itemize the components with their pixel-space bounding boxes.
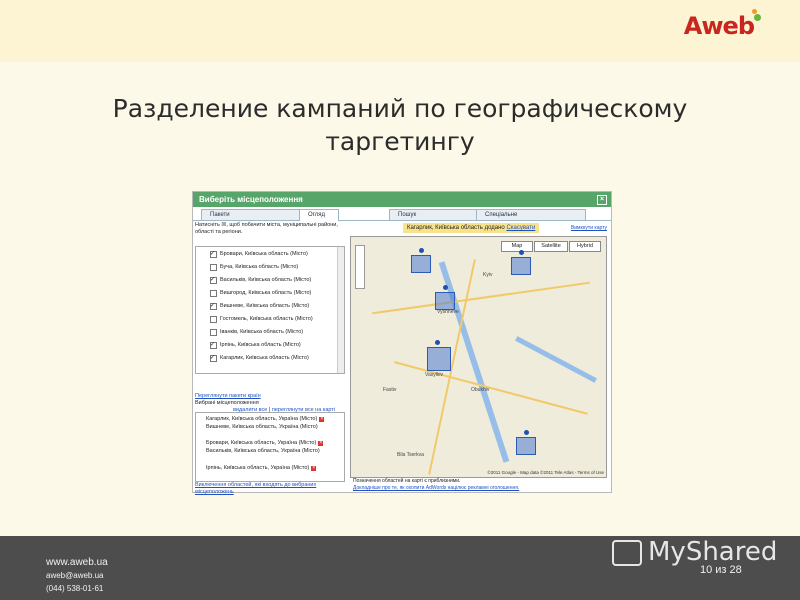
review-packages-link[interactable]: Переглянути пакети країн xyxy=(195,393,261,399)
river xyxy=(515,336,597,383)
town-label: Vasylkiv xyxy=(425,372,443,378)
disable-map-link[interactable]: Вимкнути карту xyxy=(571,225,607,231)
list-item[interactable]: Буча, Київська область (Місто) xyxy=(210,262,298,272)
title-line-1: Разделение кампаний по географическому xyxy=(112,94,688,123)
map-type-satellite-button[interactable]: Satellite xyxy=(534,241,568,252)
location-marker[interactable] xyxy=(435,285,455,310)
town-label: Fastiv xyxy=(383,387,397,393)
page-number: 10 из 28 xyxy=(700,564,742,576)
dialog-header: Виберіть місцеположення × xyxy=(193,192,611,207)
tab-packages[interactable]: Пакети xyxy=(201,209,301,220)
contact-info: www.aweb.ua aweb@aweb.ua (044) 538-01-61 xyxy=(46,556,108,595)
selected-header: Вибрані місцеположення xyxy=(195,400,259,406)
list-item[interactable]: Кагарлик, Київська область (Місто) xyxy=(210,353,309,363)
checkbox-icon[interactable] xyxy=(210,353,217,363)
email[interactable]: aweb@aweb.ua xyxy=(46,569,108,582)
selected-item: Ірпінь, Київська область, Україна (Місто… xyxy=(206,465,317,471)
list-item[interactable]: Вишневе, Київська область (Місто) xyxy=(210,301,309,311)
map-view[interactable]: Map Satellite Hybrid Kyiv Vyshneve Vasyl… xyxy=(350,236,607,478)
dialog-title: Виберіть місцеположення xyxy=(199,195,303,204)
checkbox-icon[interactable] xyxy=(210,316,217,323)
remove-icon[interactable]: × xyxy=(318,441,324,446)
phone: (044) 538-01-61 xyxy=(46,584,104,593)
selected-item: Бровари, Київська область, Україна (Міст… xyxy=(206,440,324,446)
location-marker[interactable] xyxy=(427,340,451,371)
exclude-areas-link[interactable]: Виключення областей, які входять до вибр… xyxy=(195,482,343,496)
road xyxy=(371,281,591,315)
aweb-logo: Aweb xyxy=(684,9,761,40)
map-footer-note: Позначення областей на карті є приблизни… xyxy=(353,478,461,484)
checkbox-icon[interactable] xyxy=(210,275,217,285)
remove-icon[interactable]: × xyxy=(311,466,317,471)
list-item[interactable]: Іванків, Київська область (Місто) xyxy=(210,327,303,337)
list-item[interactable]: Гостомель, Київська область (Місто) xyxy=(210,314,313,324)
slide-title: Разделение кампаний по географическому т… xyxy=(70,92,730,158)
map-type-hybrid-button[interactable]: Hybrid xyxy=(569,241,601,252)
selected-item: Кагарлик, Київська область, Україна (Міс… xyxy=(206,416,325,422)
list-item[interactable]: Ірпінь, Київська область (Місто) xyxy=(210,340,301,350)
map-type-map-button[interactable]: Map xyxy=(501,241,533,252)
zoom-control[interactable] xyxy=(355,245,365,289)
map-footer-link[interactable]: Докладніше про те, як охопити AdWords на… xyxy=(353,485,519,491)
myshared-watermark: MyShared xyxy=(612,537,777,567)
left-pane: Натисніть ☒, щоб побачити міста, муніцип… xyxy=(195,222,345,495)
tab-bar: Пакети Огляд Пошук Спеціальне xyxy=(193,208,611,221)
town-label: Kyiv xyxy=(483,272,493,278)
remove-icon[interactable]: × xyxy=(319,417,325,422)
checkbox-icon[interactable] xyxy=(210,329,217,336)
list-item[interactable]: Васильків, Київська область (Місто) xyxy=(210,275,311,285)
checkbox-icon[interactable] xyxy=(210,249,217,259)
map-copyright: ©2011 Google - Map data ©2011 Tele Atlas… xyxy=(487,470,604,475)
close-icon[interactable]: × xyxy=(597,195,607,205)
location-list[interactable]: Бровари, Київська область (Місто) Буча, … xyxy=(195,246,345,374)
town-label: Vyshneve xyxy=(437,309,459,315)
selected-item: Вишневе, Київська область, Україна (Міст… xyxy=(206,424,318,430)
title-line-2: таргетингу xyxy=(325,127,475,156)
selected-item: Васильків, Київська область, Україна (Мі… xyxy=(206,448,320,454)
added-notice: Кагарлик, Київська область додано Скасув… xyxy=(403,223,540,233)
list-item[interactable]: Вишгород, Київська область (Місто) xyxy=(210,288,311,298)
list-scrollbar[interactable] xyxy=(337,247,344,373)
site-url[interactable]: www.aweb.ua xyxy=(46,556,108,569)
town-label: Bila Tserkva xyxy=(397,452,424,458)
location-marker[interactable] xyxy=(511,250,531,275)
checkbox-icon[interactable] xyxy=(210,264,217,271)
hint-text: Натисніть ☒, щоб побачити міста, муніцип… xyxy=(195,222,338,235)
list-item[interactable]: Бровари, Київська область (Місто) xyxy=(210,249,308,259)
tab-custom[interactable]: Спеціальне xyxy=(476,209,586,220)
checkbox-icon[interactable] xyxy=(210,301,217,311)
checkbox-icon[interactable] xyxy=(210,290,217,297)
presentation-icon xyxy=(612,539,642,566)
location-marker[interactable] xyxy=(516,430,536,455)
selected-list: Кагарлик, Київська область, Україна (Міс… xyxy=(195,412,345,482)
location-dialog: Виберіть місцеположення × Пакети Огляд П… xyxy=(192,191,612,495)
town-label: Obukhiv xyxy=(471,387,490,393)
header-band xyxy=(0,0,800,62)
location-marker[interactable] xyxy=(411,248,431,273)
tab-overview[interactable]: Огляд xyxy=(299,209,339,221)
undo-link[interactable]: Скасувати xyxy=(506,225,535,231)
checkbox-icon[interactable] xyxy=(210,340,217,350)
tab-search[interactable]: Пошук xyxy=(389,209,489,220)
